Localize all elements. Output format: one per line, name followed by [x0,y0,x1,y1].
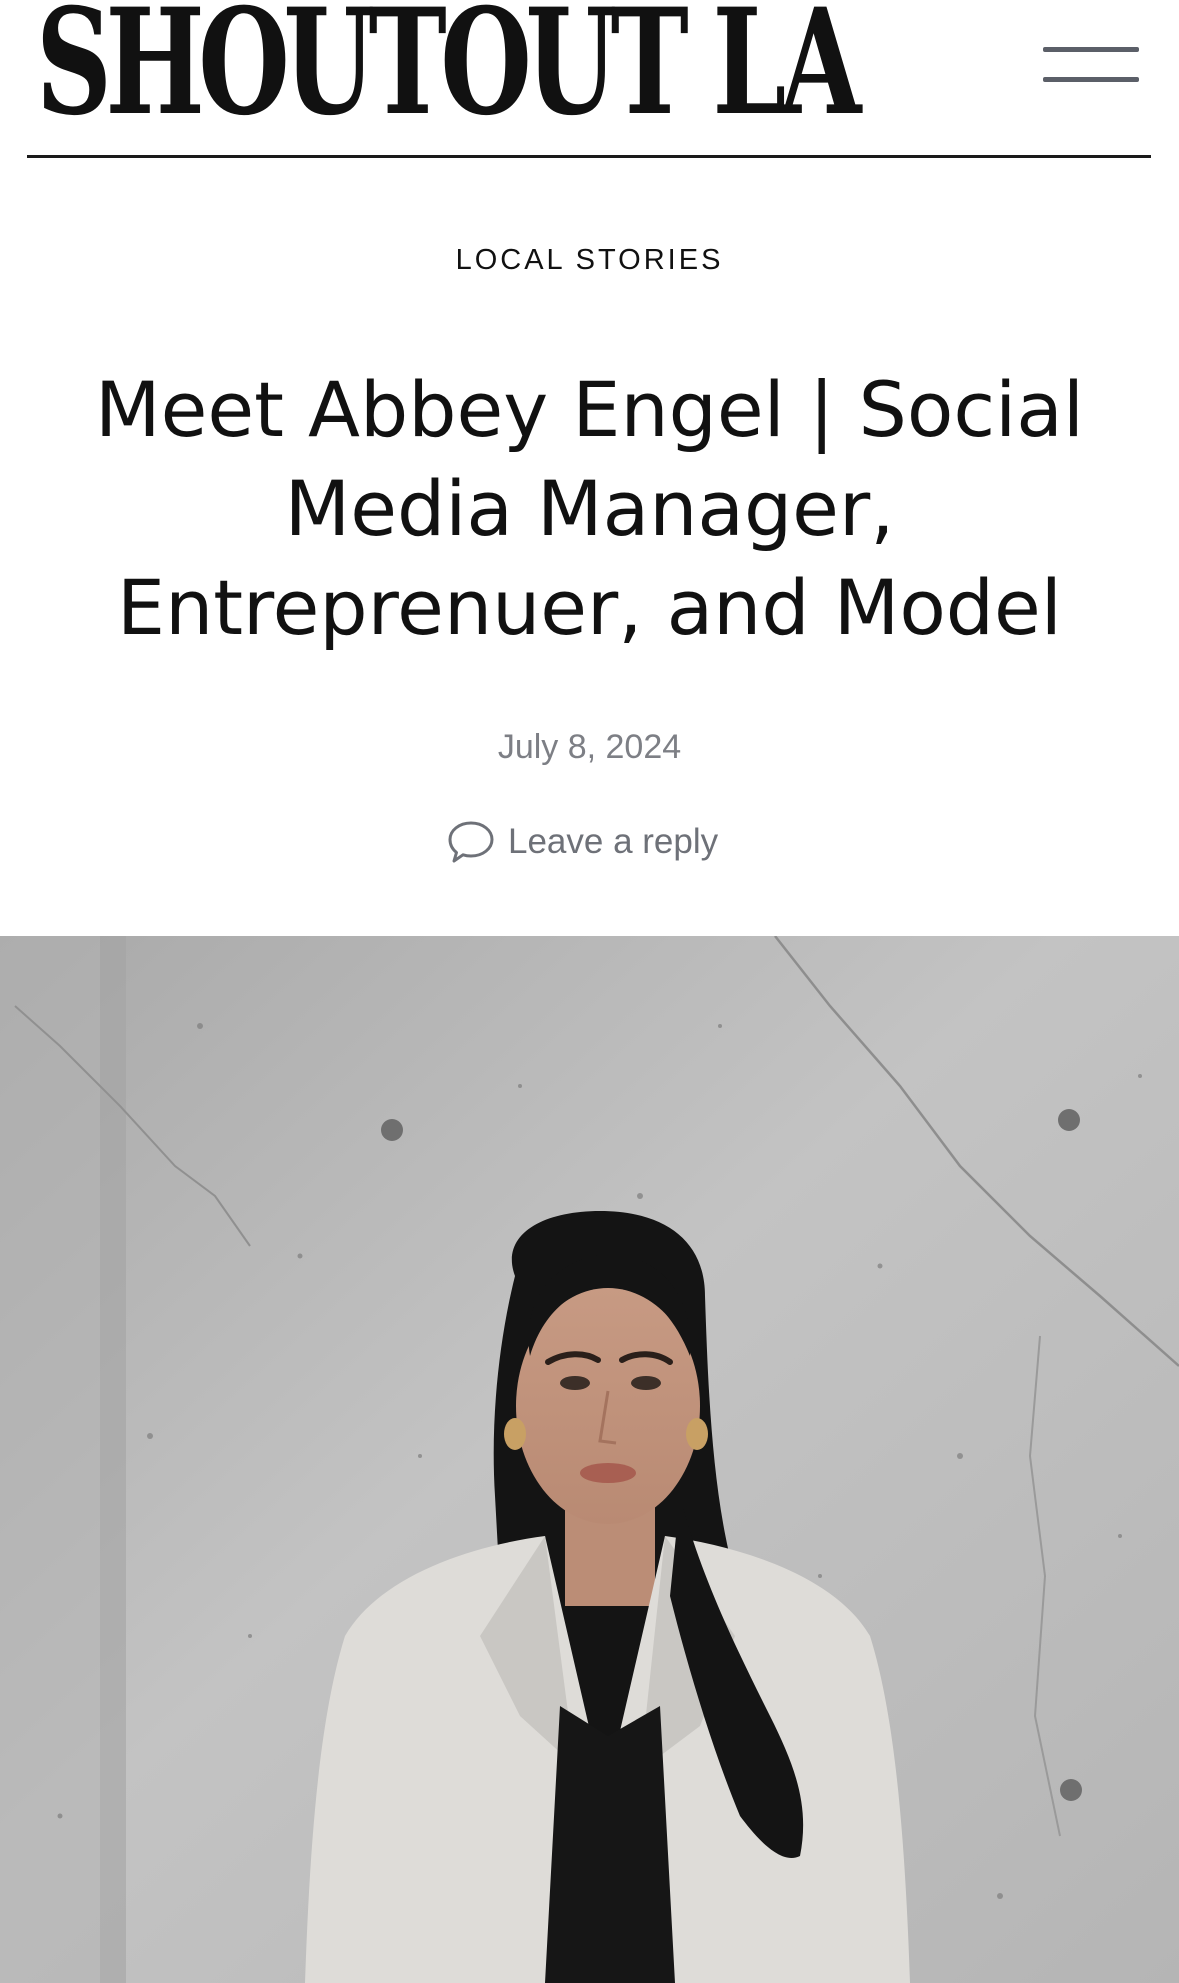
featured-image [0,936,1179,1983]
article-date: July 8, 2024 [497,728,682,766]
site-logo[interactable]: SHOUTOUT LA [36,0,861,138]
article-title: Meet Abbey Engel | Social Media Manager,… [95,365,1084,652]
menu-button[interactable] [1043,44,1141,90]
speech-bubble-icon [448,821,494,863]
leave-reply-label: Leave a reply [508,822,719,861]
hamburger-menu-icon [1043,47,1139,52]
leave-reply-link[interactable]: Leave a reply [446,817,718,867]
header-divider [27,155,1151,158]
hamburger-menu-icon-bar [1043,77,1139,82]
category-link[interactable]: LOCAL STORIES [0,244,1179,277]
site-header: SHOUTOUT LA [0,0,1179,160]
